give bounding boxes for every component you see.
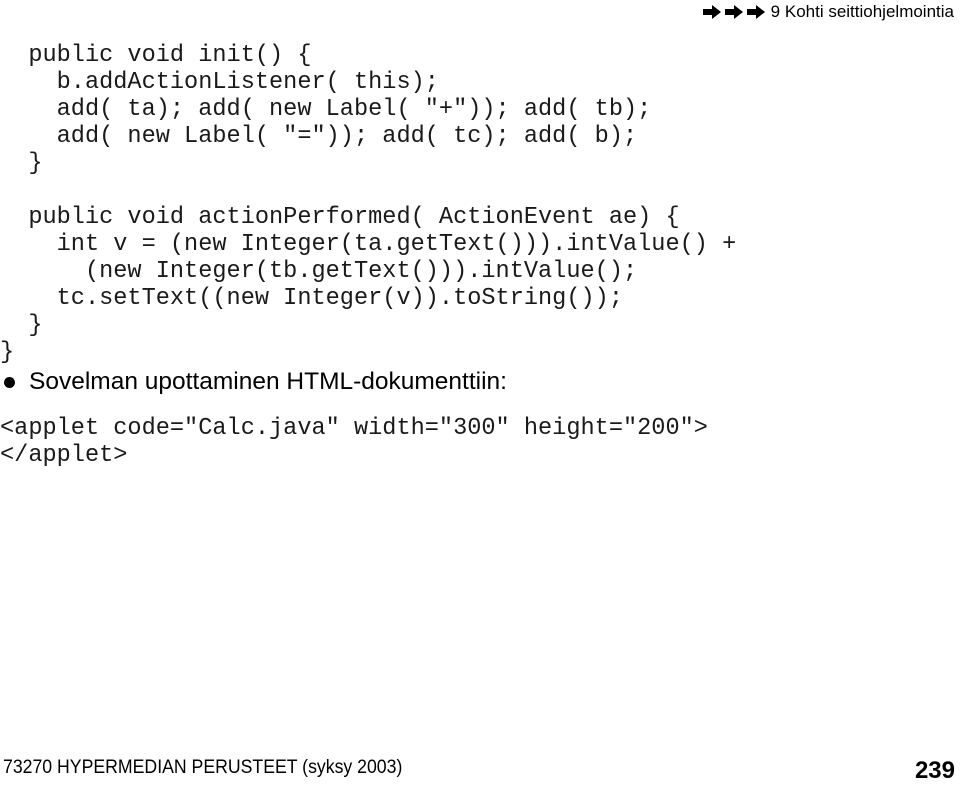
code-line: (new Integer(tb.getText())).intValue(); (0, 258, 638, 285)
page-number: 239 (914, 757, 955, 784)
chapter-title: 9 Kohti seittiohjelmointia (770, 2, 954, 21)
code-line: </applet> (0, 442, 128, 469)
html-code-block: <applet code="Calc.java" width="300" hei… (0, 415, 708, 469)
code-line: } (0, 339, 15, 366)
code-line: add( new Label( "=")); add( tc); add( b)… (0, 123, 638, 150)
bullet-text: Sovelman upottaminen HTML-dokumenttiin: (29, 368, 507, 395)
code-line: tc.setText((new Integer(v)).toString()); (0, 285, 623, 312)
code-line: <applet code="Calc.java" width="300" hei… (0, 415, 708, 442)
java-code-block: public void init() { b.addActionListener… (0, 42, 736, 366)
code-line: public void init() { (0, 42, 312, 69)
code-line: add( ta); add( new Label( "+")); add( tb… (0, 96, 652, 123)
code-line: } (0, 150, 43, 177)
arrow-right-icon (746, 5, 765, 19)
chapter-header: 9 Kohti seittiohjelmointia (702, 0, 954, 24)
footer-course-title: 73270 HYPERMEDIAN PERUSTEET (syksy 2003) (3, 757, 403, 778)
code-line: b.addActionListener( this); (0, 69, 439, 96)
arrow-right-icon (702, 5, 721, 19)
bullet-icon (4, 376, 15, 388)
bullet-item: Sovelman upottaminen HTML-dokumenttiin: (4, 368, 507, 396)
code-line: int v = (new Integer(ta.getText())).intV… (0, 231, 737, 258)
arrow-right-icon (724, 5, 743, 19)
code-line: public void actionPerformed( ActionEvent… (0, 204, 680, 231)
arrow-group (702, 5, 765, 19)
code-line: } (0, 312, 43, 339)
